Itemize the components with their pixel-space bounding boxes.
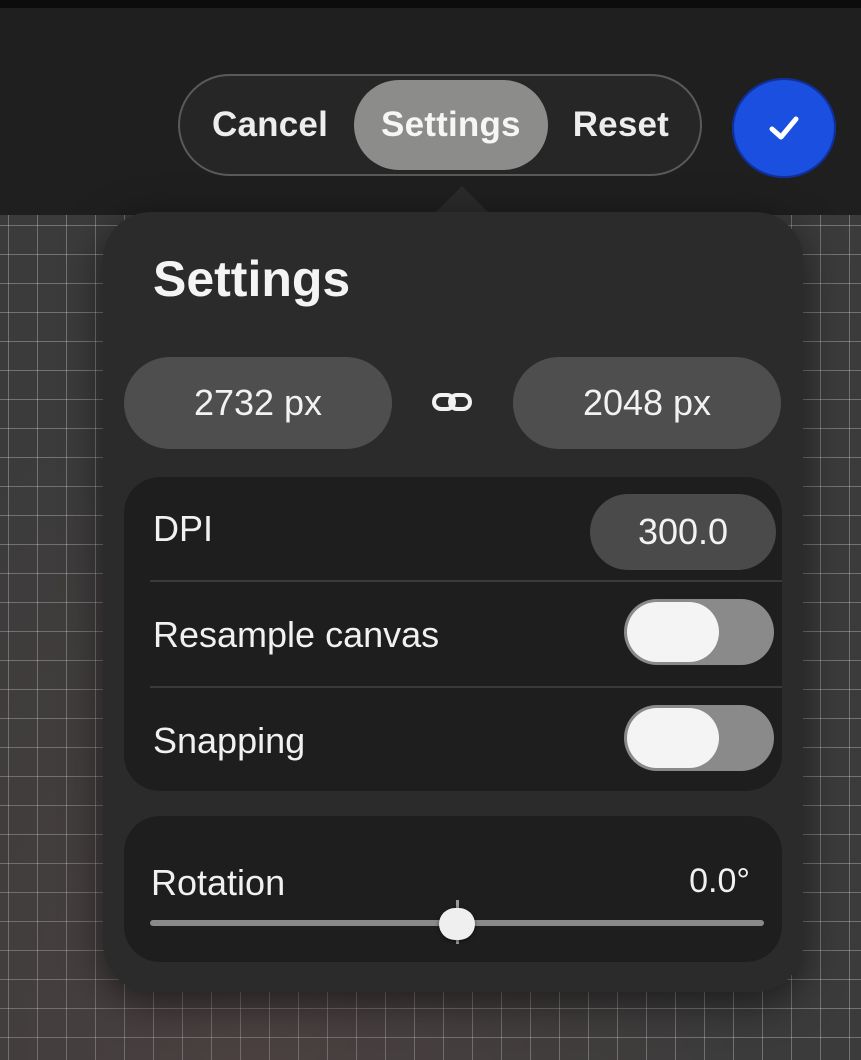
dpi-field[interactable]: 300.0 [590,494,776,570]
dpi-label: DPI [153,508,214,549]
canvas-settings-screen: Cancel Settings Reset Settings 2732 px 2… [0,0,861,1060]
snapping-label: Snapping [153,720,306,761]
width-field[interactable]: 2732 px [124,357,392,449]
panel-title: Settings [153,251,351,307]
resample-canvas-toggle[interactable] [624,599,774,665]
height-field[interactable]: 2048 px [513,357,781,449]
cancel-button[interactable]: Cancel [186,80,354,170]
divider [150,580,782,582]
top-toolbar: Cancel Settings Reset [0,0,861,215]
settings-tab[interactable]: Settings [354,80,548,170]
toggle-knob [627,708,719,768]
resample-canvas-label: Resample canvas [153,614,440,655]
reset-button[interactable]: Reset [548,80,694,170]
mode-segmented-control: Cancel Settings Reset [178,74,702,176]
device-edge [0,0,861,8]
popover-arrow [434,186,490,214]
link-glyph [432,393,472,411]
snapping-toggle[interactable] [624,705,774,771]
toggle-knob [627,602,719,662]
divider [150,686,782,688]
rotation-value: 0.0° [689,862,750,900]
rotation-slider-thumb[interactable] [439,908,475,940]
rotation-label: Rotation [151,862,286,903]
confirm-button[interactable] [732,78,836,178]
chain-link-icon[interactable] [428,384,476,420]
checkmark-icon [769,116,799,140]
